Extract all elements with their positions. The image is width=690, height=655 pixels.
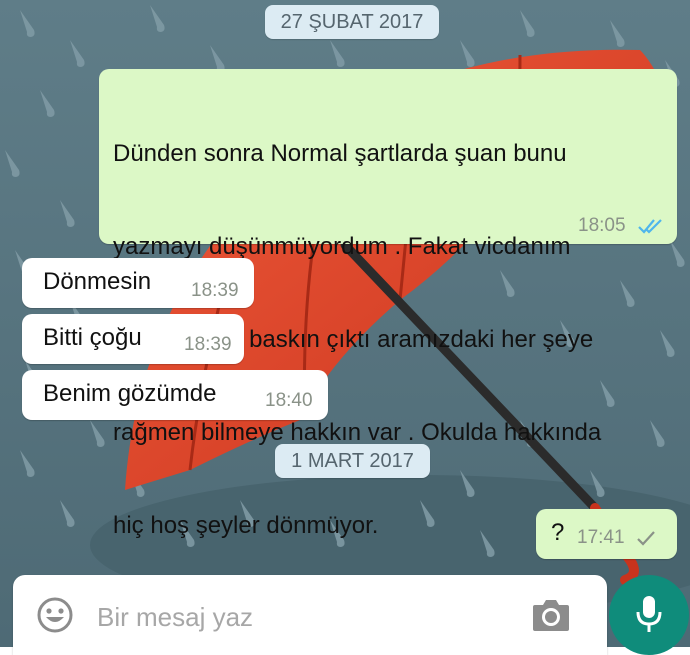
emoji-icon[interactable] [36,596,74,634]
message-time: 18:39 [184,334,232,355]
message-time: 17:41 [577,527,625,548]
date-separator: 27 ŞUBAT 2017 [265,5,439,39]
message-text: ? [551,519,565,546]
message-line: hiç hoş şeyler dönmüyor. [113,512,379,539]
sent-check-icon [637,531,655,546]
message-input-placeholder[interactable]: Bir mesaj yaz [97,602,253,633]
date-label: 27 ŞUBAT 2017 [280,11,424,33]
microphone-icon [636,596,662,632]
message-bubble-incoming[interactable]: Dönmesin 18:39 [22,258,254,308]
read-receipt-icon [638,219,662,234]
message-time: 18:40 [265,390,313,411]
message-line: Dünden sonra Normal şartlarda şuan bunu [113,140,567,167]
message-bubble-incoming[interactable]: Bitti çoğu 18:39 [22,314,244,364]
message-composer[interactable]: Bir mesaj yaz [13,575,607,655]
date-label: 1 MART 2017 [291,450,414,472]
message-text: Dönmesin [43,268,152,295]
date-separator: 1 MART 2017 [275,444,430,478]
message-bubble-incoming[interactable]: Benim gözümde 18:40 [22,370,328,420]
message-bubble-outgoing[interactable]: ? 17:41 [536,509,677,559]
message-time: 18:39 [191,280,239,301]
message-text: Bitti çoğu [43,324,142,351]
camera-icon[interactable] [531,597,571,633]
message-bubble-outgoing[interactable]: Dünden sonra Normal şartlarda şuan bunu … [99,69,677,539]
voice-record-button[interactable] [609,575,689,655]
message-time: 18:05 [578,215,626,236]
message-text: Benim gözümde [43,380,217,407]
